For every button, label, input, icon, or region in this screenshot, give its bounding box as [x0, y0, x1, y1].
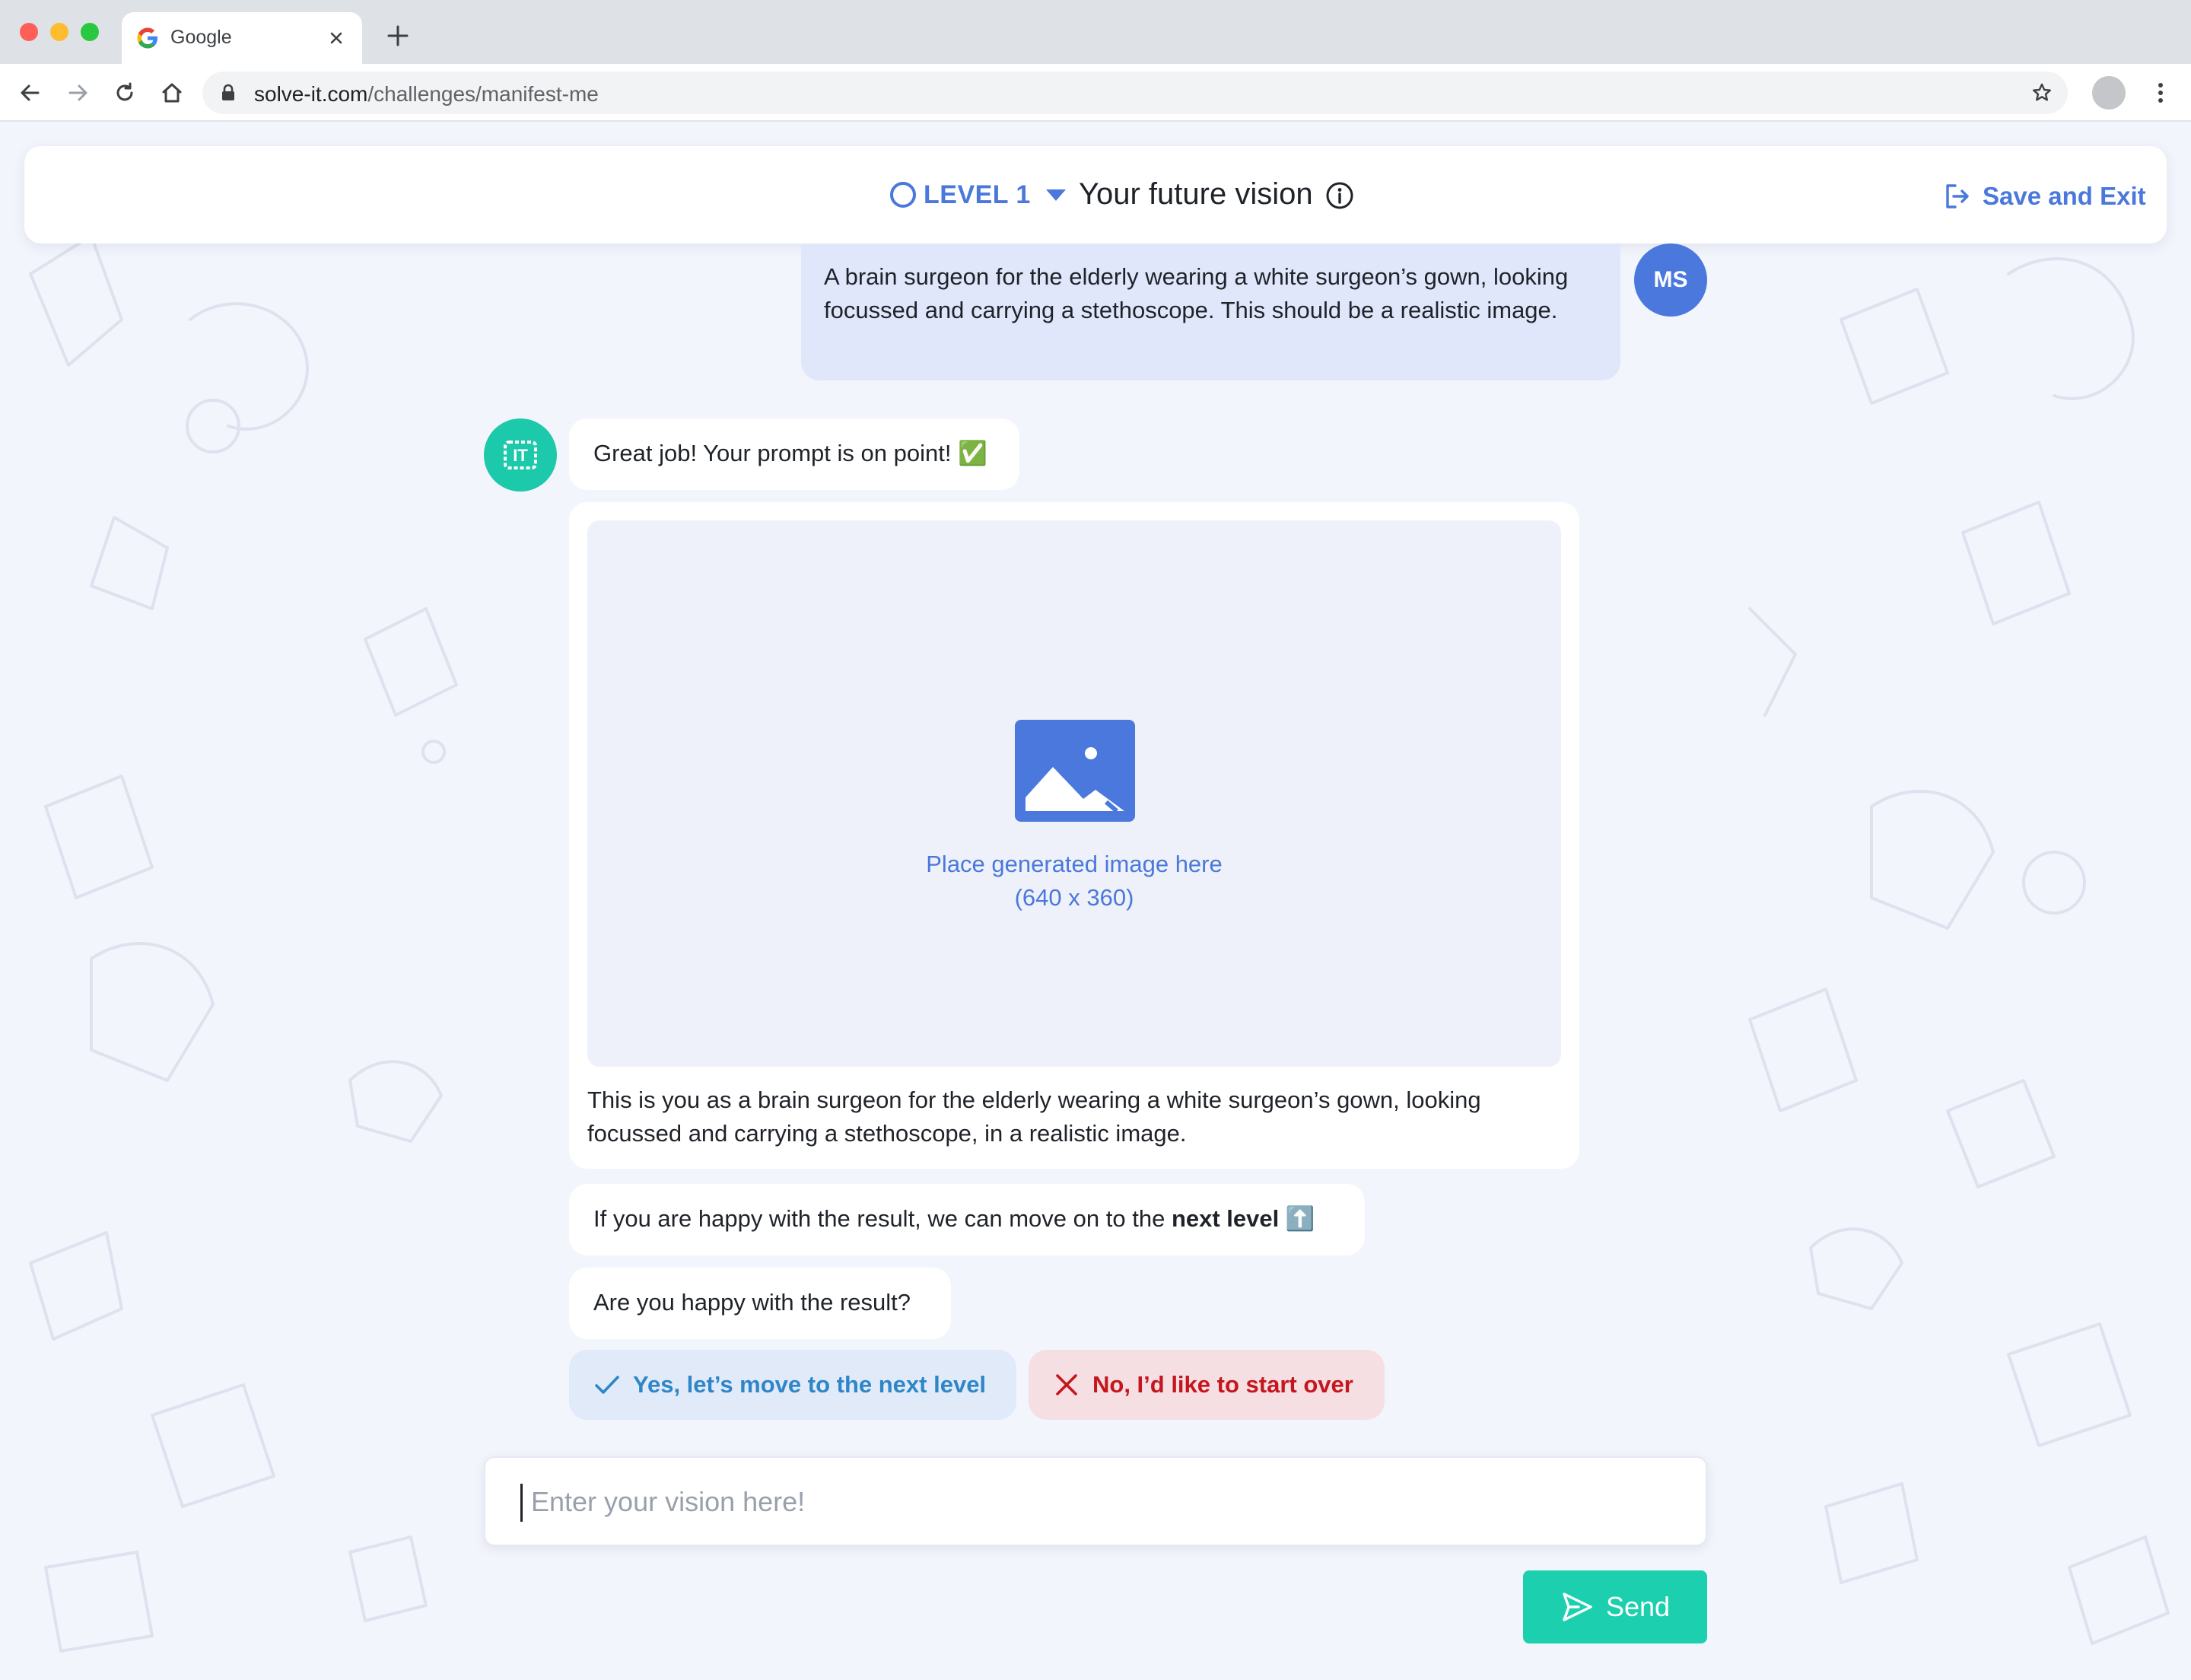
level-status-circle-icon — [890, 182, 916, 208]
bookmark-star-icon[interactable] — [2030, 81, 2054, 105]
challenge-title: Your future vision — [1079, 177, 1313, 211]
bot-praise-message: Great job! Your prompt is on point! ✅ — [569, 418, 1019, 490]
image-icon — [1015, 720, 1135, 822]
challenge-page: LEVEL 1 Your future vision Save and Exit… — [0, 122, 2191, 1680]
text-caret — [520, 1484, 523, 1522]
close-x-icon — [1056, 1374, 1077, 1395]
profile-avatar[interactable] — [2092, 76, 2126, 110]
chevron-down-icon — [1045, 189, 1066, 201]
back-arrow-icon[interactable] — [17, 79, 44, 107]
image-placeholder-size: (640 x 360) — [1014, 884, 1134, 911]
address-bar[interactable]: solve-it.com/challenges/manifest-me — [202, 72, 2068, 114]
up-arrow-emoji-icon: ⬆️ — [1285, 1205, 1315, 1232]
address-url: solve-it.com/challenges/manifest-me — [254, 82, 599, 107]
send-button[interactable]: Send — [1523, 1570, 1707, 1643]
save-and-exit-label: Save and Exit — [1983, 182, 2146, 210]
next-level-prefix: If you are happy with the result, we can… — [593, 1205, 1172, 1232]
tab-title: Google — [170, 27, 232, 48]
vision-input[interactable] — [531, 1478, 1672, 1526]
browser-toolbar: solve-it.com/challenges/manifest-me — [0, 64, 2191, 122]
challenge-header: LEVEL 1 Your future vision Save and Exit — [24, 146, 2167, 243]
lock-icon — [222, 84, 234, 100]
user-message-bubble: A brain surgeon for the elderly wearing … — [801, 243, 1620, 380]
window-close-button[interactable] — [20, 23, 38, 41]
level-label: LEVEL 1 — [924, 180, 1031, 209]
browser-menu-icon[interactable] — [2145, 78, 2176, 108]
window-maximize-button[interactable] — [81, 23, 99, 41]
forward-arrow-icon[interactable] — [64, 79, 91, 107]
window-minimize-button[interactable] — [50, 23, 68, 41]
reload-icon[interactable] — [111, 79, 138, 107]
start-over-label: No, I’d like to start over — [1092, 1371, 1353, 1398]
image-placeholder-line1: Place generated image here — [926, 851, 1223, 877]
checkmark-icon — [595, 1376, 619, 1394]
image-placeholder-text: Place generated image here (640 x 360) — [587, 848, 1561, 915]
image-caption: This is you as a brain surgeon for the e… — [587, 1087, 1481, 1147]
yes-next-level-button[interactable]: Yes, let’s move to the next level — [569, 1350, 1016, 1420]
yes-button-label: Yes, let’s move to the next level — [633, 1371, 987, 1398]
new-tab-plus-icon[interactable] — [385, 23, 411, 49]
info-icon[interactable] — [1325, 181, 1354, 210]
google-favicon-icon — [137, 27, 157, 49]
home-icon[interactable] — [158, 79, 186, 107]
start-over-button[interactable]: No, I’d like to start over — [1029, 1350, 1385, 1420]
level-selector[interactable]: LEVEL 1 — [890, 177, 1067, 213]
question-message: Are you happy with the result? — [569, 1268, 951, 1339]
user-avatar: MS — [1634, 243, 1707, 317]
tab-close-icon[interactable] — [324, 26, 348, 50]
next-level-bold: next level — [1171, 1205, 1280, 1232]
send-label: Send — [1605, 1591, 1671, 1622]
url-path: /challenges/manifest-me — [367, 82, 599, 106]
next-level-message: If you are happy with the result, we can… — [569, 1184, 1365, 1255]
exit-door-icon — [1946, 184, 1969, 208]
send-paper-plane-icon — [1563, 1592, 1592, 1621]
bot-avatar-text: IT — [513, 446, 528, 465]
generated-image-placeholder: Place generated image here (640 x 360) — [587, 520, 1561, 1067]
bot-avatar: IT — [484, 418, 557, 492]
vision-composer[interactable] — [484, 1456, 1707, 1546]
browser-tab-strip: Google — [0, 0, 2191, 64]
generated-image-card: Place generated image here (640 x 360) T… — [569, 502, 1579, 1169]
browser-tab[interactable]: Google — [122, 12, 362, 64]
save-and-exit-button[interactable]: Save and Exit — [1943, 180, 2146, 213]
solve-it-logo-icon: IT — [504, 441, 537, 469]
url-domain: solve-it.com — [254, 82, 368, 106]
